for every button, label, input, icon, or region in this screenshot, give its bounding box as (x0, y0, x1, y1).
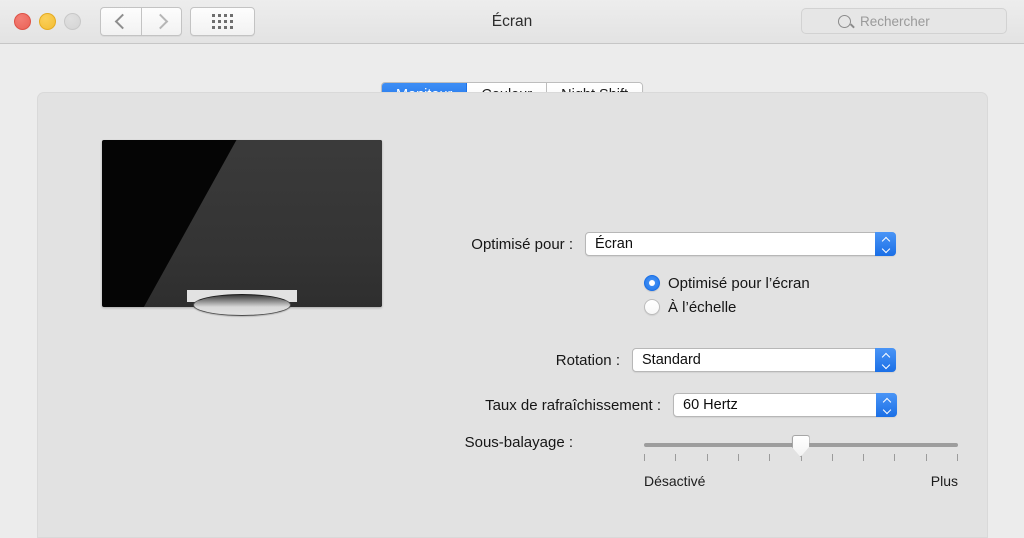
rotation-stepper-icon[interactable] (875, 348, 896, 372)
rotation-label: Rotation : (555, 351, 620, 369)
refresh-rate-label: Taux de rafraîchissement : (485, 396, 661, 414)
minimize-window-button[interactable] (39, 13, 56, 30)
optimized-for-stepper-icon[interactable] (875, 232, 896, 256)
underscan-slider[interactable]: Désactivé Plus (644, 435, 958, 489)
slider-tick (863, 454, 865, 461)
slider-tick (957, 454, 958, 461)
chevron-left-icon (114, 13, 131, 30)
slider-tick (737, 454, 739, 461)
chevron-right-icon (152, 13, 168, 30)
row-refresh-rate: Taux de rafraîchissement : 60 Hertz (97, 393, 959, 417)
slider-tick (769, 454, 771, 461)
slider-tick (644, 454, 645, 461)
radio-option-scaled[interactable]: À l’échelle (644, 296, 810, 318)
search-field[interactable]: Rechercher (801, 8, 1007, 34)
refresh-rate-dropdown[interactable]: 60 Hertz (673, 393, 897, 417)
slider-tick (706, 454, 708, 461)
resolution-radio-group: Optimisé pour l’écran À l’échelle (644, 272, 810, 320)
slider-end-labels: Désactivé Plus (644, 473, 958, 489)
slider-tick (831, 454, 833, 461)
monitor-settings-panel: Optimisé pour : Écran Optimisé pour l’éc… (37, 92, 988, 538)
slider-tick (925, 454, 927, 461)
window-toolbar: Écran Rechercher (0, 0, 1024, 44)
grid-icon (212, 14, 233, 29)
radio-option-default[interactable]: Optimisé pour l’écran (644, 272, 810, 294)
row-rotation: Rotation : Standard (97, 348, 959, 372)
traffic-lights (14, 13, 81, 30)
slider-tick (894, 454, 896, 461)
show-all-button[interactable] (190, 7, 255, 36)
underscan-label: Sous-balayage : (464, 434, 573, 451)
search-placeholder: Rechercher (860, 13, 930, 29)
rotation-dropdown[interactable]: Standard (632, 348, 896, 372)
refresh-rate-stepper-icon[interactable] (876, 393, 897, 417)
optimized-for-label: Optimisé pour : (471, 235, 573, 253)
optimized-for-dropdown[interactable]: Écran (585, 232, 896, 256)
radio-option-scaled-label: À l’échelle (668, 298, 737, 316)
optimized-for-value: Écran (595, 236, 633, 252)
row-optimized-for: Optimisé pour : Écran (97, 232, 959, 256)
radio-unselected-icon[interactable] (644, 299, 660, 315)
slider-max-label: Plus (930, 473, 958, 489)
radio-option-default-label: Optimisé pour l’écran (668, 274, 810, 292)
back-button[interactable] (100, 7, 141, 36)
system-preferences-window: Écran Rechercher Moniteur Couleur Night … (0, 0, 1024, 538)
navigation-buttons (100, 7, 182, 36)
settings-form: Optimisé pour : Écran Optimisé pour l’éc… (37, 92, 988, 538)
slider-tick (675, 454, 677, 461)
rotation-value: Standard (642, 352, 701, 368)
radio-selected-icon[interactable] (644, 275, 660, 291)
slider-min-label: Désactivé (644, 473, 706, 489)
close-window-button[interactable] (14, 13, 31, 30)
zoom-window-button[interactable] (64, 13, 81, 30)
forward-button[interactable] (141, 7, 182, 36)
search-icon (838, 15, 851, 28)
refresh-rate-value: 60 Hertz (683, 397, 738, 413)
